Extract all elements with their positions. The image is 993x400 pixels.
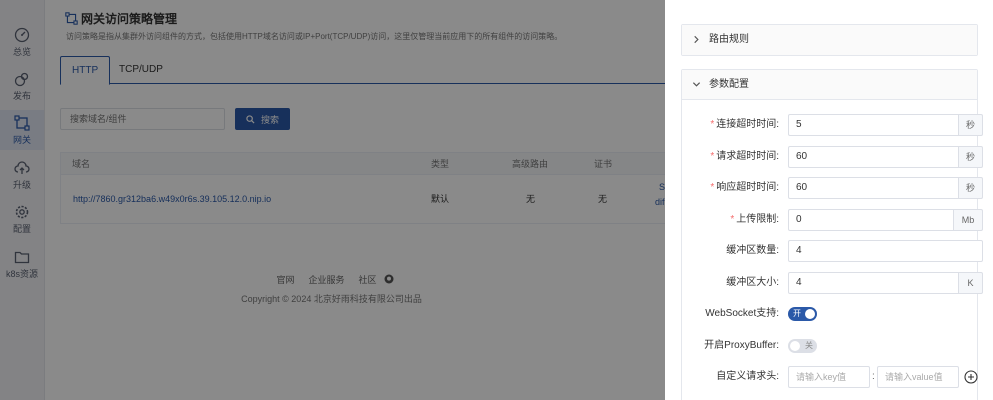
buffer-count-input[interactable]: 4 (788, 240, 983, 262)
required-mark: * (710, 151, 715, 162)
route-rules-title: 路由规则 (709, 34, 749, 45)
route-rules-panel[interactable]: 路由规则 (681, 24, 978, 56)
upload-limit-input[interactable]: 0 (788, 209, 954, 231)
switch-state-text: 开 (793, 309, 801, 318)
form-row-custom-header: 自定义请求头: 请输入key值 : 请输入value值 (682, 366, 979, 388)
switch-knob (805, 309, 815, 319)
form-row-buffer-count: 缓冲区数量: 4 (682, 240, 983, 262)
required-mark: * (710, 119, 715, 130)
form-row-connect-timeout: * 连接超时时间: 5 秒 (682, 114, 983, 136)
upload-limit-unit: Mb (954, 209, 983, 231)
custom-header-label: 自定义请求头: (716, 371, 779, 382)
form-row-websocket: WebSocket支持: 开 (682, 303, 979, 325)
form-row-upload-limit: * 上传限制: 0 Mb (682, 209, 983, 231)
upload-limit-label: * 上传限制: (730, 214, 779, 225)
buffer-size-unit: K (959, 272, 983, 294)
form-row-request-timeout: * 请求超时时间: 60 秒 (682, 146, 983, 168)
chevron-right-icon (694, 35, 699, 44)
connect-timeout-label: * 连接超时时间: (710, 119, 779, 130)
kv-separator: : (872, 371, 875, 382)
header-key-input[interactable]: 请输入key值 (788, 366, 870, 388)
header-value-input[interactable]: 请输入value值 (877, 366, 959, 388)
buffer-count-label: 缓冲区数量: (726, 245, 779, 256)
params-header[interactable]: 参数配置 (682, 70, 977, 100)
response-timeout-unit: 秒 (959, 177, 983, 199)
request-timeout-unit: 秒 (959, 146, 983, 168)
request-timeout-input[interactable]: 60 (788, 146, 959, 168)
form-row-proxy-buffer: 开启ProxyBuffer: 关 (682, 335, 979, 357)
params-title: 参数配置 (709, 79, 749, 90)
add-circle-icon[interactable] (964, 370, 978, 384)
proxy-buffer-label: 开启ProxyBuffer: (704, 340, 779, 351)
response-timeout-input[interactable]: 60 (788, 177, 959, 199)
settings-drawer: 路由规则 参数配置 * 连接超时时间: 5 秒 * 请求超时时间: 60 秒 * 响应… (665, 0, 993, 400)
buffer-size-label: 缓冲区大小: (726, 277, 779, 288)
connect-timeout-input[interactable]: 5 (788, 114, 959, 136)
websocket-label: WebSocket支持: (705, 308, 779, 319)
form-row-buffer-size: 缓冲区大小: 4 K (682, 272, 983, 294)
required-mark: * (730, 214, 735, 225)
form-row-response-timeout: * 响应超时时间: 60 秒 (682, 177, 983, 199)
required-mark: * (710, 182, 715, 193)
websocket-switch[interactable]: 开 (788, 307, 817, 321)
request-timeout-label: * 请求超时时间: (710, 151, 779, 162)
params-panel: 参数配置 * 连接超时时间: 5 秒 * 请求超时时间: 60 秒 * 响应超时时间:… (681, 69, 983, 400)
response-timeout-label: * 响应超时时间: (710, 182, 779, 193)
route-rules-header[interactable]: 路由规则 (682, 25, 977, 55)
proxy-buffer-switch[interactable]: 关 (788, 339, 817, 353)
drawer-mask[interactable] (0, 0, 665, 400)
chevron-down-icon (692, 82, 701, 87)
connect-timeout-unit: 秒 (959, 114, 983, 136)
switch-state-text: 关 (805, 341, 813, 350)
switch-knob (790, 341, 800, 351)
buffer-size-input[interactable]: 4 (788, 272, 959, 294)
